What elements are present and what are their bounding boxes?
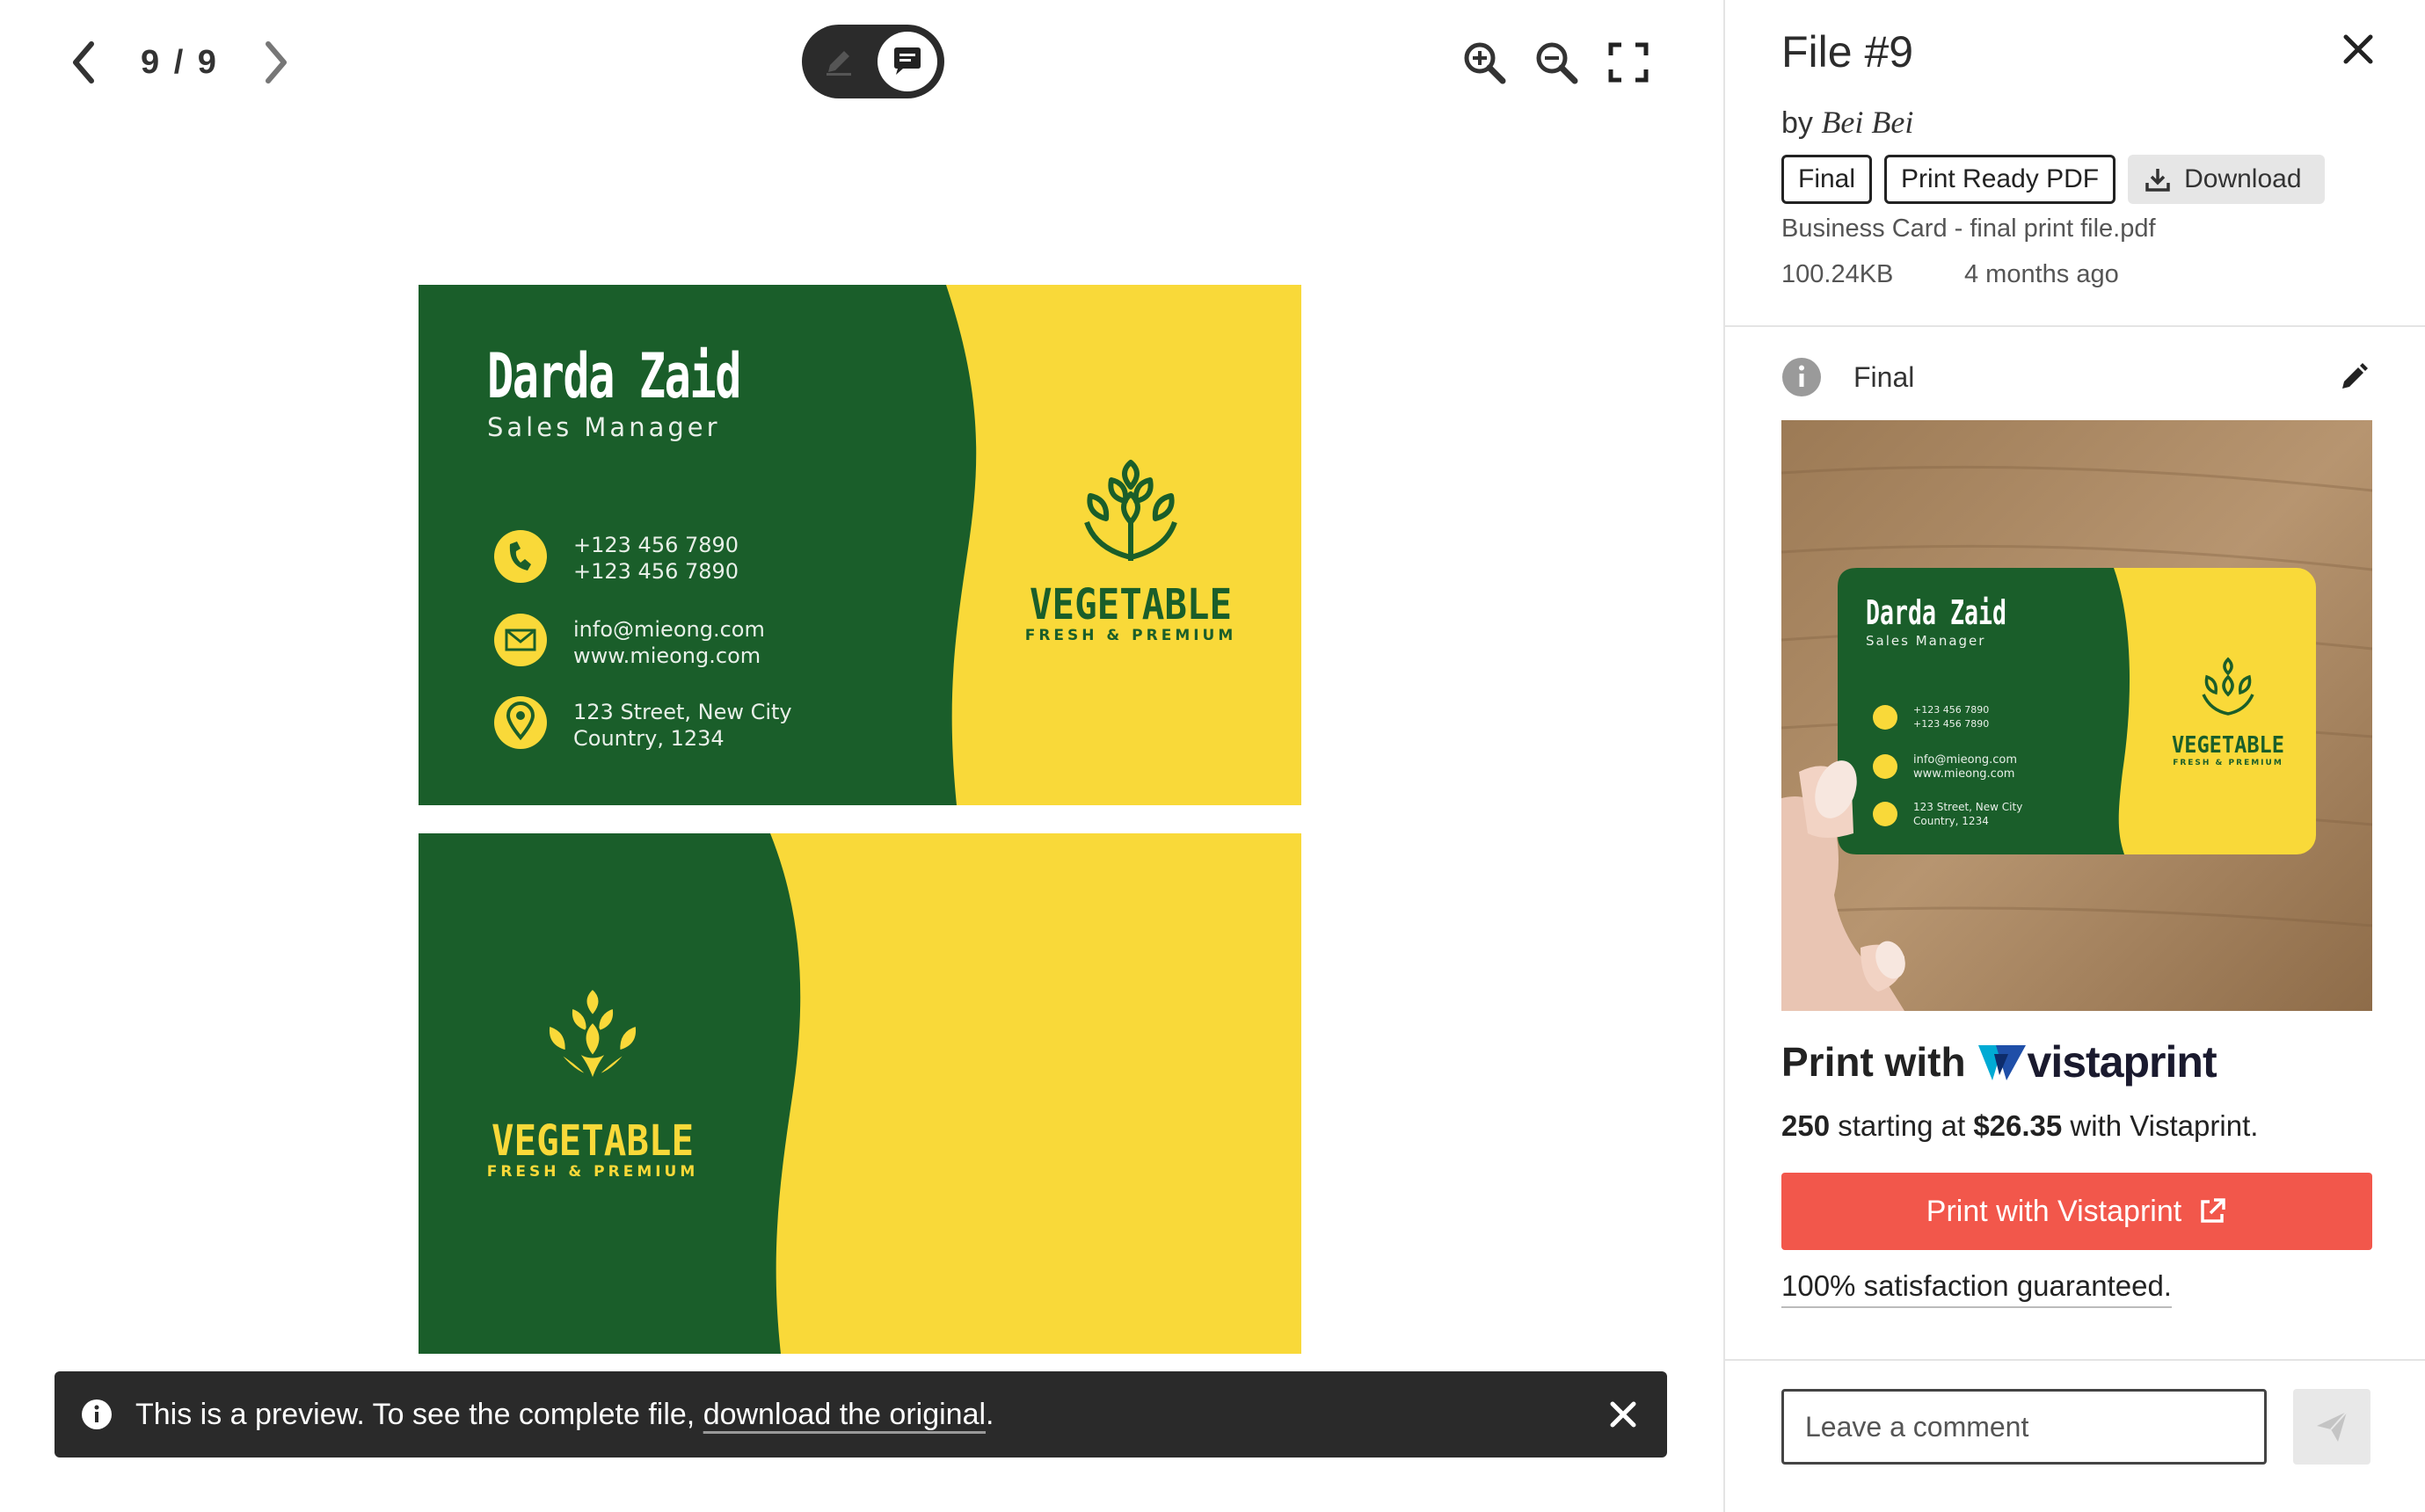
file-tags: Final Print Ready PDF Download [1781, 155, 2325, 204]
document-page-2: VEGETABLE FRESH & PREMIUM [419, 833, 1301, 1354]
pencil-icon [827, 51, 851, 76]
chevron-right-icon [265, 41, 287, 84]
byline: by Bei Bei [1781, 104, 1913, 141]
download-icon [2145, 169, 2170, 192]
zoom-in-button[interactable] [1460, 38, 1509, 87]
mockup-card-address-2: Country, 1234 [1913, 815, 1989, 827]
edit-icon[interactable] [2337, 360, 2370, 394]
download-label: Download [2184, 164, 2302, 193]
comment-input[interactable] [1781, 1389, 2267, 1465]
close-notice-icon[interactable] [1606, 1397, 1641, 1432]
card-phone-2: +123 456 7890 [573, 559, 739, 584]
price-text: starting at [1830, 1109, 1974, 1142]
card-address-1: 123 Street, New City [573, 700, 792, 724]
preview-notice: This is a preview. To see the complete f… [55, 1371, 1667, 1457]
prev-page-button[interactable] [62, 36, 106, 89]
divider [1725, 325, 2425, 327]
viewer-tools [1460, 33, 1723, 91]
preview-notice-end: . [986, 1397, 994, 1431]
card-address-2: Country, 1234 [573, 726, 725, 751]
card-website: www.mieong.com [573, 643, 761, 668]
card-phone-1: +123 456 7890 [573, 533, 739, 557]
vistaprint-heading: Print with vistaprint [1781, 1036, 2217, 1088]
card-tagline: FRESH & PREMIUM [1025, 627, 1237, 644]
page-count: 9 / 9 [141, 43, 219, 81]
print-mockup-image: Darda Zaid Sales Manager +123 456 7890 +… [1781, 420, 2372, 1011]
satisfaction-guarantee[interactable]: 100% satisfaction guaranteed. [1781, 1269, 2172, 1308]
mockup-card-name: Darda Zaid [1866, 593, 2006, 632]
tag-print-ready-pdf: Print Ready PDF [1884, 155, 2116, 204]
price-quantity: 250 [1781, 1109, 1831, 1142]
print-with-label: Print with [1781, 1039, 1966, 1085]
document-page-1: Darda Zaid Sales Manager +123 456 7890 +… [419, 285, 1301, 805]
mockup-card-role: Sales Manager [1866, 633, 1985, 649]
zoom-in-icon [1464, 42, 1506, 84]
card-brand: VEGETABLE [1030, 580, 1232, 629]
zoom-out-button[interactable] [1532, 38, 1581, 87]
file-age: 4 months ago [1964, 260, 2119, 288]
file-details-panel: File #9 by Bei Bei Final Print Ready PDF… [1723, 0, 2425, 1512]
pager: 9 / 9 [62, 33, 298, 91]
card-back-green-wave [419, 833, 801, 1354]
zoom-out-icon [1536, 42, 1578, 84]
vistaprint-wordmark: vistaprint [2027, 1037, 2217, 1087]
file-size: 100.24KB [1781, 260, 1894, 288]
fullscreen-icon [1608, 42, 1649, 83]
mockup-card-address-1: 123 Street, New City [1913, 801, 2022, 813]
vistaprint-price: 250 starting at $26.35 with Vistaprint. [1781, 1109, 2258, 1143]
download-original-link[interactable]: download the original [703, 1398, 986, 1431]
phone-icon [494, 530, 547, 583]
price-suffix: with Vistaprint. [2062, 1109, 2259, 1142]
next-page-button[interactable] [254, 36, 298, 89]
info-icon [82, 1399, 112, 1429]
email-icon [494, 614, 547, 666]
mockup-card-brand: VEGETABLE [2172, 732, 2284, 759]
print-with-vistaprint-button[interactable]: Print with Vistaprint [1781, 1173, 2372, 1250]
vistaprint-logo: vistaprint [1977, 1036, 2217, 1087]
mockup-card-website: www.mieong.com [1913, 767, 2014, 781]
divider [1725, 1359, 2425, 1361]
card-role: Sales Manager [487, 412, 721, 442]
info-icon [1782, 358, 1821, 396]
price-amount: $26.35 [1973, 1109, 2063, 1142]
author-name: Bei Bei [1821, 105, 1914, 140]
print-button-label: Print with Vistaprint [1926, 1194, 2182, 1228]
by-label: by [1781, 106, 1813, 140]
card-name: Darda Zaid [487, 340, 740, 412]
file-name: Business Card - final print file.pdf [1781, 214, 2156, 243]
card-back-brand: VEGETABLE [492, 1116, 694, 1166]
mockup-card: Darda Zaid Sales Manager +123 456 7890 +… [1838, 568, 2316, 854]
mockup-card-email: info@mieong.com [1913, 753, 2017, 767]
comment-mode-knob[interactable] [878, 32, 937, 91]
comment-icon [894, 47, 921, 75]
mockup-card-phone-1: +123 456 7890 [1913, 704, 1989, 716]
vistaprint-logo-icon [1977, 1045, 2026, 1080]
version-row: Final [1781, 355, 2370, 399]
file-viewer: 9 / 9 Darda Zaid Sales Manager +123 456 … [0, 0, 1723, 1512]
file-title: File #9 [1781, 27, 1914, 76]
version-label: Final [1853, 360, 1915, 393]
preview-notice-text: This is a preview. To see the complete f… [135, 1397, 703, 1431]
chevron-left-icon [73, 41, 94, 84]
download-button[interactable]: Download [2128, 155, 2325, 204]
annotate-mode-toggle[interactable] [802, 25, 944, 98]
card-email: info@mieong.com [573, 617, 765, 642]
send-comment-button[interactable] [2293, 1389, 2370, 1465]
external-link-icon [2201, 1198, 2225, 1223]
mockup-card-tagline: FRESH & PREMIUM [2173, 759, 2283, 767]
mockup-card-phone-2: +123 456 7890 [1913, 718, 1989, 730]
close-panel-icon[interactable] [2341, 32, 2376, 67]
fullscreen-button[interactable] [1604, 38, 1653, 87]
send-icon [2317, 1411, 2348, 1442]
card-back-tagline: FRESH & PREMIUM [487, 1163, 699, 1181]
tag-final: Final [1781, 155, 1873, 204]
